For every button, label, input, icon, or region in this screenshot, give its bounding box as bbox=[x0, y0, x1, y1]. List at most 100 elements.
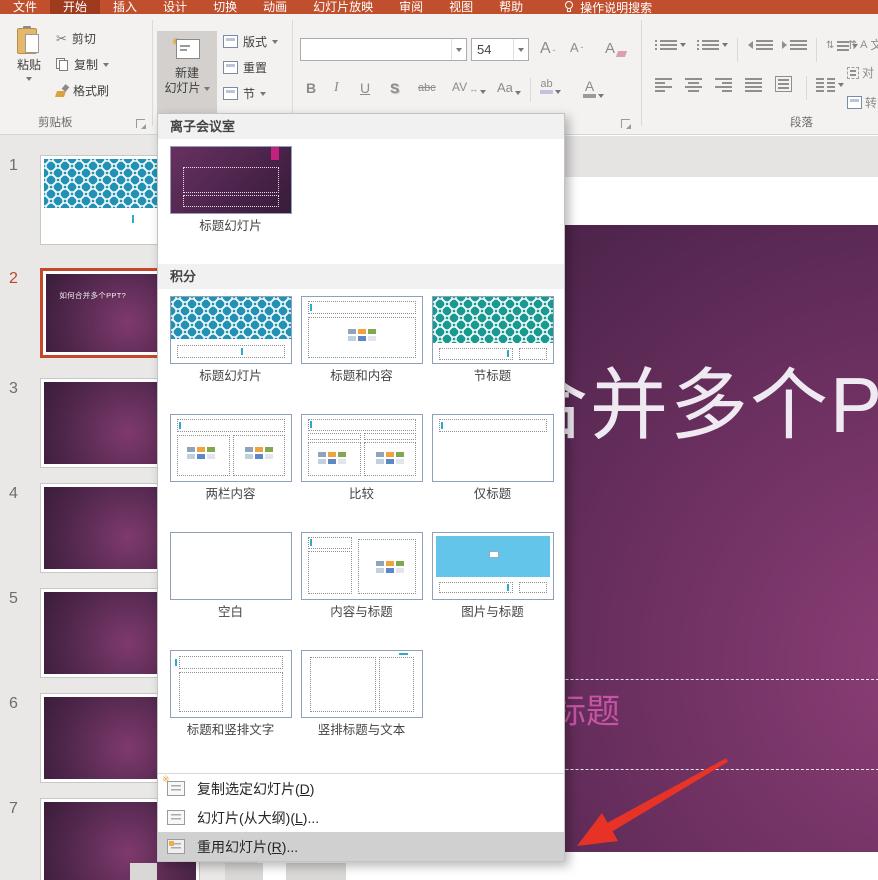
numbering-button[interactable] bbox=[697, 40, 728, 50]
title-placeholder bbox=[308, 301, 416, 314]
ribbon-tab-6[interactable]: 动画 bbox=[250, 0, 300, 14]
change-case-button[interactable]: Aa bbox=[497, 80, 521, 95]
small-separator bbox=[816, 38, 817, 62]
text-cursor bbox=[399, 653, 408, 655]
content-placeholder-icon bbox=[348, 329, 376, 341]
title-placeholder bbox=[177, 419, 285, 432]
layout-option-content-caption[interactable]: 内容与标题 bbox=[296, 532, 427, 619]
align-center-button[interactable] bbox=[685, 78, 702, 92]
group-separator bbox=[641, 20, 642, 126]
text-placeholder bbox=[519, 582, 547, 593]
copy-button[interactable]: 复制 bbox=[56, 56, 109, 73]
slide-number: 7 bbox=[9, 800, 31, 818]
layout-label: 仅标题 bbox=[474, 487, 512, 501]
increase-font-size-button[interactable]: Aˆ bbox=[540, 40, 555, 58]
underline-button[interactable]: U bbox=[360, 80, 370, 96]
font-name-combobox[interactable] bbox=[300, 38, 467, 61]
menu-item-R[interactable]: 重用幻灯片(R)... bbox=[158, 832, 564, 861]
layout-option-title-only[interactable]: 仅标题 bbox=[427, 414, 558, 501]
font-size-caret[interactable] bbox=[513, 39, 528, 60]
format-painter-icon bbox=[56, 85, 68, 97]
menu-item-D[interactable]: 复制选定幻灯片(D) bbox=[158, 774, 564, 803]
bullets-button[interactable] bbox=[655, 40, 686, 50]
layout-label: 竖排标题与文本 bbox=[318, 723, 406, 737]
ribbon-tab-2[interactable]: 开始 bbox=[50, 0, 100, 14]
italic-button[interactable]: I bbox=[334, 80, 339, 96]
layout-option-vertical-title-text[interactable]: 竖排标题与文本 bbox=[296, 650, 427, 737]
ribbon-tab-5[interactable]: 切换 bbox=[200, 0, 250, 14]
reset-label: 重置 bbox=[243, 59, 267, 76]
section-caret bbox=[260, 92, 266, 96]
align-left-button[interactable] bbox=[655, 78, 672, 92]
layout-option-section-header[interactable]: 节标题 bbox=[427, 296, 558, 383]
layout-option-comparison[interactable]: 比较 bbox=[296, 414, 427, 501]
title-placeholder bbox=[439, 348, 513, 360]
font-size-value: 54 bbox=[472, 42, 513, 57]
text-highlight-button[interactable]: ab bbox=[540, 78, 561, 94]
format-painter-button[interactable]: 格式刷 bbox=[56, 82, 109, 99]
new-slide-button[interactable]: ✺ 新建 幻灯片 bbox=[157, 31, 217, 123]
increase-indent-button[interactable] bbox=[782, 40, 807, 50]
layout-option-picture-caption[interactable]: 图片与标题 bbox=[427, 532, 558, 619]
picture-icon bbox=[489, 551, 499, 558]
ribbon-tab-8[interactable]: 审阅 bbox=[386, 0, 436, 14]
section-icon bbox=[223, 87, 238, 100]
clear-formatting-button[interactable]: A bbox=[605, 40, 626, 57]
small-separator bbox=[806, 76, 807, 100]
font-name-caret[interactable] bbox=[451, 39, 466, 60]
columns-button[interactable] bbox=[816, 78, 844, 92]
text-cursor bbox=[175, 659, 177, 666]
bold-button[interactable]: B bbox=[306, 80, 316, 96]
decrease-indent-button[interactable] bbox=[748, 40, 773, 50]
text-cursor bbox=[310, 539, 312, 546]
cut-button[interactable]: ✂ 剪切 bbox=[56, 30, 96, 47]
layout-option-two-content[interactable]: 两栏内容 bbox=[165, 414, 296, 501]
reset-button[interactable]: 重置 bbox=[223, 59, 267, 76]
slide-number: 1 bbox=[9, 157, 31, 175]
character-spacing-button[interactable]: AV↔ bbox=[452, 80, 486, 94]
align-text-button[interactable]: 对 bbox=[847, 64, 874, 81]
text-direction-button[interactable]: ⇈A文 bbox=[847, 36, 878, 53]
title-placeholder bbox=[177, 345, 285, 358]
font-size-combobox[interactable]: 54 bbox=[471, 38, 529, 61]
layout-thumbnail-two-content bbox=[170, 414, 292, 482]
strikethrough-button[interactable]: abc bbox=[418, 82, 436, 94]
text-shadow-button[interactable]: S bbox=[390, 80, 399, 96]
font-dialog-launcher[interactable] bbox=[621, 119, 630, 128]
layout-option-integral-title[interactable]: 标题幻灯片 bbox=[165, 296, 296, 383]
distribute-text-button[interactable] bbox=[775, 76, 792, 92]
ribbon-tab-4[interactable]: 设计 bbox=[150, 0, 200, 14]
content-placeholder-icon bbox=[376, 561, 404, 573]
menu-item-L[interactable]: 幻灯片(从大纲)(L)... bbox=[158, 803, 564, 832]
tell-me-search[interactable]: 操作说明搜索 bbox=[554, 0, 662, 14]
clipboard-dialog-launcher[interactable] bbox=[136, 119, 145, 128]
ribbon-tab-9[interactable]: 视图 bbox=[436, 0, 486, 14]
layout-option-blank[interactable]: 空白 bbox=[165, 532, 296, 619]
section-button[interactable]: 节 bbox=[223, 85, 266, 102]
paste-button[interactable]: 粘贴 bbox=[8, 22, 50, 118]
small-separator bbox=[737, 38, 738, 62]
ribbon-tab-7[interactable]: 幻灯片放映 bbox=[300, 0, 386, 14]
lightbulb-icon bbox=[564, 1, 574, 13]
layout-label: 标题和内容 bbox=[330, 369, 393, 383]
layout-button[interactable]: 版式 bbox=[223, 33, 278, 50]
convert-to-smartart-button[interactable]: 转 bbox=[847, 94, 877, 111]
new-slide-layout-dropdown: 离子会议室标题幻灯片积分标题幻灯片标题和内容节标题两栏内容比较仅标题空白内容与标… bbox=[157, 113, 565, 862]
ribbon-tab-3[interactable]: 插入 bbox=[100, 0, 150, 14]
font-color-button[interactable]: A bbox=[583, 78, 604, 98]
ribbon-tab-1[interactable]: 文件 bbox=[0, 0, 50, 14]
slide-number: 5 bbox=[9, 590, 31, 608]
layout-option-ion-title[interactable]: 标题幻灯片 bbox=[165, 146, 296, 233]
layout-thumbnail-vertical-title-text bbox=[301, 650, 423, 718]
title-placeholder bbox=[439, 419, 547, 432]
decrease-font-size-button[interactable]: Aˇ bbox=[570, 40, 583, 55]
ribbon-tab-10[interactable]: 帮助 bbox=[486, 0, 536, 14]
justify-button[interactable] bbox=[745, 78, 762, 92]
copy-label: 复制 bbox=[74, 56, 98, 73]
menu-item-label: 重用幻灯片(R)... bbox=[197, 837, 298, 857]
align-right-button[interactable] bbox=[715, 78, 732, 92]
layout-thumbnail-content-caption bbox=[301, 532, 423, 600]
content-placeholder-icon bbox=[245, 447, 273, 459]
layout-option-title-content[interactable]: 标题和内容 bbox=[296, 296, 427, 383]
layout-option-title-vertical-text[interactable]: 标题和竖排文字 bbox=[165, 650, 296, 737]
